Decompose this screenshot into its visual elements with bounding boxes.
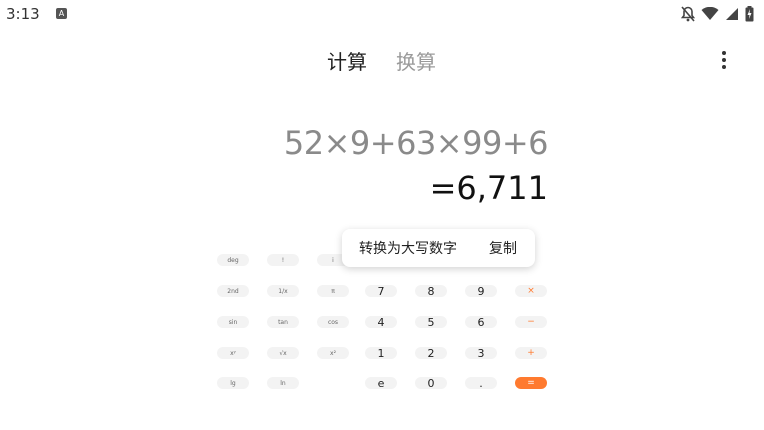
key-log[interactable]: lg xyxy=(217,377,249,389)
key-square-root[interactable]: √x xyxy=(267,347,299,359)
key-e[interactable]: e xyxy=(365,377,397,390)
result-display: =6,711 xyxy=(429,169,548,207)
key-pi[interactable]: π xyxy=(317,285,349,297)
key-3[interactable]: 3 xyxy=(465,347,497,360)
battery-charging-icon xyxy=(745,6,754,22)
key-deg[interactable]: deg xyxy=(217,254,249,266)
status-icons xyxy=(681,6,754,22)
status-time: 3:13 xyxy=(6,5,40,23)
key-8[interactable]: 8 xyxy=(415,285,447,298)
key-factorial[interactable]: ! xyxy=(267,254,299,266)
key-multiply[interactable]: × xyxy=(515,285,547,297)
key-9[interactable]: 9 xyxy=(465,285,497,298)
key-4[interactable]: 4 xyxy=(365,316,397,329)
signal-icon xyxy=(726,8,738,20)
key-second-function[interactable]: 2nd xyxy=(217,285,249,297)
key-sin[interactable]: sin xyxy=(217,316,249,328)
key-2[interactable]: 2 xyxy=(415,347,447,360)
key-0[interactable]: 0 xyxy=(415,377,447,390)
key-power[interactable]: xʸ xyxy=(217,347,249,359)
key-7[interactable]: 7 xyxy=(365,285,397,298)
more-options-icon[interactable] xyxy=(720,51,728,69)
tab-calculate[interactable]: 计算 xyxy=(327,46,367,75)
key-5[interactable]: 5 xyxy=(415,316,447,329)
key-tan[interactable]: tan xyxy=(267,316,299,328)
key-6[interactable]: 6 xyxy=(465,316,497,329)
key-square[interactable]: x² xyxy=(317,347,349,359)
key-decimal[interactable]: . xyxy=(465,377,497,390)
wifi-icon xyxy=(701,7,719,20)
tab-convert[interactable]: 换算 xyxy=(396,46,436,75)
key-reciprocal[interactable]: 1/x xyxy=(267,285,299,297)
notifications-off-icon xyxy=(681,6,695,22)
accessibility-badge-icon: A xyxy=(56,8,67,19)
key-cos[interactable]: cos xyxy=(317,316,349,328)
key-equals[interactable]: = xyxy=(515,377,547,389)
key-ln[interactable]: ln xyxy=(267,377,299,389)
convert-to-uppercase-button[interactable]: 转换为大写数字 xyxy=(359,238,457,258)
key-add[interactable]: + xyxy=(515,347,547,359)
key-1[interactable]: 1 xyxy=(365,347,397,360)
copy-button[interactable]: 复制 xyxy=(489,238,517,258)
context-popup: 转换为大写数字 复制 xyxy=(342,229,535,267)
key-subtract[interactable]: − xyxy=(515,316,547,328)
expression-display: 52×9+63×99+6 xyxy=(283,124,549,162)
